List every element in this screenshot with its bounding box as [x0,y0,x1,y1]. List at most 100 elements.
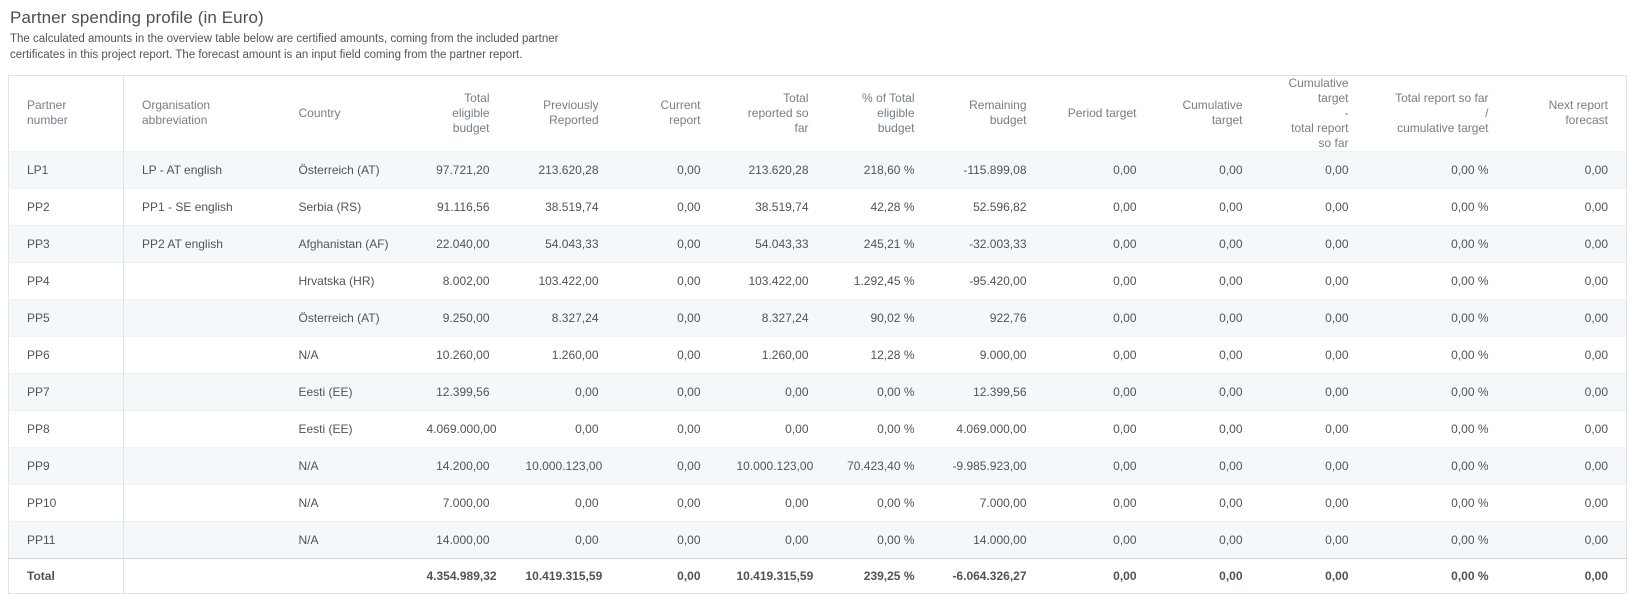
cell: 213.620,28 [508,151,617,188]
cell: PP1 - SE english [124,188,281,225]
column-header-11: Cumulative target [1155,75,1261,151]
cell: 0,00 [1045,188,1155,225]
cell: -95.420,00 [933,262,1045,299]
cell: PP2 AT english [124,225,281,262]
cell: 12.399,56 [409,373,508,410]
cell: 10.000.123,00 [508,447,617,484]
cell: 1.260,00 [508,336,617,373]
table-row: PP9N/A14.200,0010.000.123,000,0010.000.1… [9,447,1627,484]
cell: PP11 [9,521,124,558]
cell: N/A [281,336,409,373]
cell: 0,00 [1507,410,1627,447]
table-row: PP5Österreich (AT)9.250,008.327,240,008.… [9,299,1627,336]
cell: 0,00 [1155,447,1261,484]
cell: 0,00 [1045,336,1155,373]
cell: 1.292,45 % [827,262,933,299]
cell: 0,00 % [827,521,933,558]
cell: 0,00 % [1367,521,1507,558]
cell: 0,00 [617,410,719,447]
cell: 7.000,00 [933,484,1045,521]
cell: 0,00 [508,410,617,447]
cell: 0,00 [1155,225,1261,262]
cell: 0,00 [1155,373,1261,410]
cell: 0,00 [617,262,719,299]
cell: 97.721,20 [409,151,508,188]
column-header-12: Cumulative target - total report so far [1261,75,1367,151]
cell: 8.002,00 [409,262,508,299]
cell: 1.260,00 [719,336,827,373]
cell: 0,00 [1045,521,1155,558]
total-cell: -6.064.326,27 [933,558,1045,593]
cell: 10.000.123,00 [719,447,827,484]
cell: 245,21 % [827,225,933,262]
cell: 0,00 [617,151,719,188]
cell: 0,00 [1261,262,1367,299]
table-header: Partner numberOrganisation abbreviationC… [9,75,1627,151]
cell: PP5 [9,299,124,336]
cell: 103.422,00 [508,262,617,299]
cell: 0,00 [1507,225,1627,262]
table-row: PP2PP1 - SE englishSerbia (RS)91.116,563… [9,188,1627,225]
cell: 4.069.000,00 [409,410,508,447]
cell: 0,00 [1261,373,1367,410]
cell: 0,00 [617,484,719,521]
total-cell: 4.354.989,32 [409,558,508,593]
cell: 0,00 % [1367,299,1507,336]
cell: 0,00 [719,521,827,558]
column-header-3: Country [281,75,409,151]
cell: 14.000,00 [933,521,1045,558]
cell: 0,00 [617,188,719,225]
cell: 0,00 [719,373,827,410]
cell: 0,00 % [1367,484,1507,521]
column-header-10: Period target [1045,75,1155,151]
cell: 0,00 [1155,410,1261,447]
cell: 213.620,28 [719,151,827,188]
column-header-14: Next report forecast [1507,75,1627,151]
cell: 90,02 % [827,299,933,336]
cell: N/A [281,521,409,558]
cell: 0,00 % [1367,336,1507,373]
total-cell [281,558,409,593]
cell: 103.422,00 [719,262,827,299]
column-header-13: Total report so far / cumulative target [1367,75,1507,151]
cell: 0,00 [1155,299,1261,336]
table-row: PP8Eesti (EE)4.069.000,000,000,000,000,0… [9,410,1627,447]
cell: 0,00 % [1367,188,1507,225]
cell [124,262,281,299]
cell: 9.250,00 [409,299,508,336]
cell: 922,76 [933,299,1045,336]
cell: 0,00 % [1367,447,1507,484]
cell: Eesti (EE) [281,373,409,410]
cell: 8.327,24 [719,299,827,336]
cell: LP - AT english [124,151,281,188]
cell: PP8 [9,410,124,447]
column-header-2: Organisation abbreviation [124,75,281,151]
cell: -32.003,33 [933,225,1045,262]
cell: PP10 [9,484,124,521]
table-row: PP3PP2 AT englishAfghanistan (AF)22.040,… [9,225,1627,262]
cell: 0,00 [1261,188,1367,225]
cell: 0,00 [1155,151,1261,188]
cell: 9.000,00 [933,336,1045,373]
cell: 0,00 [1507,299,1627,336]
cell: 0,00 [1507,262,1627,299]
cell: 0,00 [1507,188,1627,225]
cell: 0,00 % [827,373,933,410]
cell: 0,00 % [827,484,933,521]
cell: 38.519,74 [508,188,617,225]
table-row: PP10N/A7.000,000,000,000,000,00 %7.000,0… [9,484,1627,521]
table-body: LP1LP - AT englishÖsterreich (AT)97.721,… [9,151,1627,558]
cell: 0,00 [719,484,827,521]
cell: 0,00 [1261,151,1367,188]
table-row: PP7Eesti (EE)12.399,560,000,000,000,00 %… [9,373,1627,410]
cell: 218,60 % [827,151,933,188]
cell [124,521,281,558]
partner-spending-table: Partner numberOrganisation abbreviationC… [8,75,1627,594]
column-header-4: Total eligible budget [409,75,508,151]
cell: -9.985.923,00 [933,447,1045,484]
total-cell: 10.419.315,59 [719,558,827,593]
cell: 0,00 [1155,188,1261,225]
cell: 0,00 [617,336,719,373]
cell: 0,00 [1155,262,1261,299]
cell: 12.399,56 [933,373,1045,410]
